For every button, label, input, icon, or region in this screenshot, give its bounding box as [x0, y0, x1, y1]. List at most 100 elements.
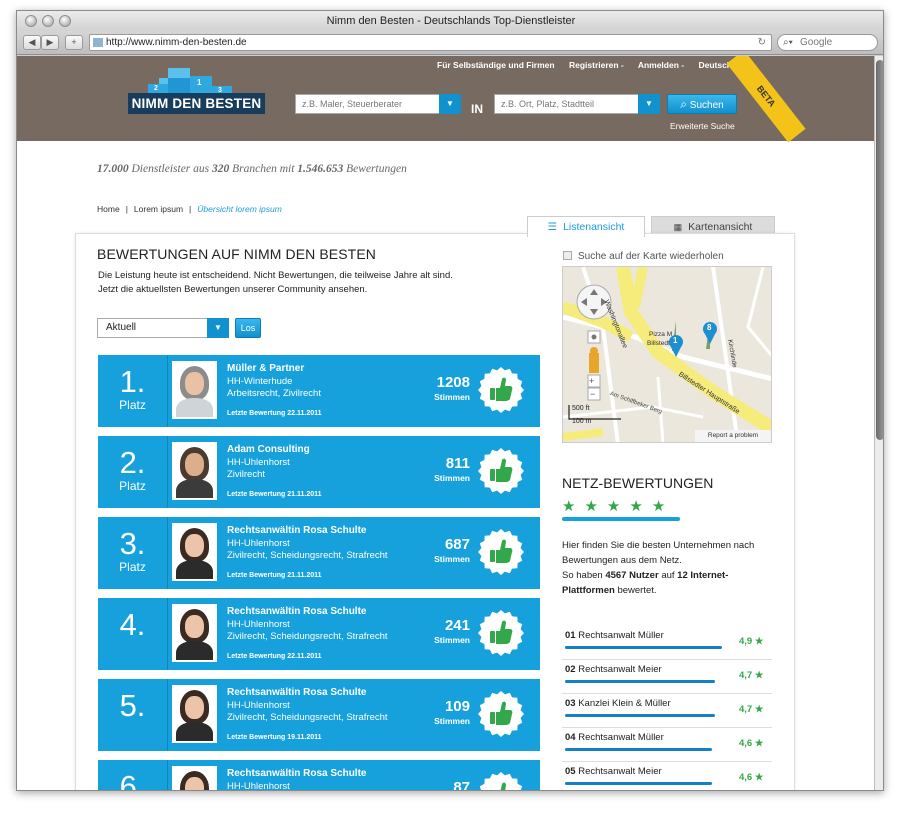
thumbs-up-icon[interactable] — [478, 772, 524, 791]
netz-item-name[interactable]: Kanzlei Klein & Müller — [578, 698, 670, 709]
add-bookmark-button[interactable]: + — [65, 35, 83, 50]
provider-name[interactable]: Rechtsanwältin Rosa Schulte — [227, 606, 366, 617]
star-icon: ★ — [562, 498, 585, 515]
service-search-input[interactable]: z.B. Maler, Steuerberater ▼ — [295, 94, 461, 114]
netz-list-item[interactable]: 04 Rechtsanwalt Müller 4,6 ★ — [562, 728, 772, 762]
netz-item-label: 03 Kanzlei Klein & Müller — [565, 698, 671, 709]
thumbs-up-icon[interactable] — [478, 691, 524, 737]
ranking-row[interactable]: 3. Platz Rechtsanwältin Rosa Schulte HH-Uhl… — [98, 517, 540, 589]
vote-count: 1208 — [436, 374, 470, 391]
thumbs-up-icon[interactable] — [478, 448, 524, 494]
provider-specialty: Zivilrecht, Scheidungsrecht, Strafrecht — [227, 712, 388, 723]
ranking-row[interactable]: 1. Platz Müller & Partner HH-Winterhude Arbe… — [98, 355, 540, 427]
zoom-window-button[interactable] — [59, 15, 71, 27]
location-search-input[interactable]: z.B. Ort, Platz, Stadtteil ▼ — [494, 94, 660, 114]
nav-for-companies[interactable]: Für Selbständige und Firmen — [437, 60, 555, 70]
netz-item-bar — [565, 782, 712, 785]
logo-text[interactable]: NIMM DEN BESTEN — [128, 93, 265, 114]
chevron-down-icon[interactable]: ▼ — [638, 94, 660, 114]
map-repeat-search-checkbox[interactable]: Suche auf der Karte wiederholen — [563, 251, 724, 262]
checkbox-icon[interactable] — [563, 251, 572, 260]
thumbs-up-icon[interactable] — [478, 610, 524, 656]
pan-control-icon[interactable] — [577, 285, 611, 319]
netz-item-name[interactable]: Rechtsanwalt Müller — [578, 732, 664, 743]
street-view-pegman-icon[interactable] — [588, 347, 600, 373]
sort-select[interactable]: Aktuell ▼ — [97, 318, 229, 338]
netz-item-bar — [565, 646, 722, 649]
scrollbar-thumb[interactable] — [876, 60, 883, 440]
podium-number-2: 2 — [154, 85, 158, 92]
close-window-button[interactable] — [25, 15, 37, 27]
minimize-window-button[interactable] — [42, 15, 54, 27]
nav-register[interactable]: Registrieren - — [569, 60, 624, 70]
zoom-out-icon[interactable]: − — [590, 388, 595, 400]
report-problem-link[interactable]: Report a problem — [695, 430, 771, 442]
advanced-search-link[interactable]: Erweiterte Suche — [670, 121, 735, 131]
rank-number: 6. — [119, 769, 146, 791]
netz-list-item[interactable]: 05 Rechtsanwalt Meier 4,6 ★ — [562, 762, 772, 790]
star-icon: ★ — [584, 498, 607, 515]
netz-item-name[interactable]: Rechtsanwalt Meier — [578, 766, 661, 777]
forward-button[interactable]: ▶ — [41, 35, 59, 50]
ranking-row[interactable]: 4. Rechtsanwältin Rosa Schulte HH-Uhlenhor… — [98, 598, 540, 670]
map-marker-number[interactable]: 1 — [673, 336, 677, 345]
vertical-scrollbar[interactable] — [874, 56, 883, 790]
zoom-in-icon[interactable]: + — [589, 375, 594, 387]
ranking-row[interactable]: 6. Rechtsanwältin Rosa Schulte HH-Uhlenhor… — [98, 760, 540, 791]
netz-desc-3: auf — [661, 570, 675, 581]
search-icon: ⌕▾ — [783, 37, 793, 48]
stats-text-1: Dienstleister aus — [131, 163, 210, 175]
ranking-row[interactable]: 2. Platz Adam Consulting HH-Uhlenhorst Zivil… — [98, 436, 540, 508]
provider-name[interactable]: Müller & Partner — [227, 363, 304, 374]
netz-list-item[interactable]: 03 Kanzlei Klein & Müller 4,7 ★ — [562, 694, 772, 728]
netz-item-score: 4,7 ★ — [739, 704, 764, 715]
location-placeholder: z.B. Ort, Platz, Stadtteil — [501, 99, 595, 109]
address-bar[interactable]: http://www.nimm-den-besten.de ↻ — [89, 34, 772, 51]
thumbs-up-icon[interactable] — [478, 367, 524, 413]
provider-name[interactable]: Rechtsanwältin Rosa Schulte — [227, 768, 366, 779]
avatar[interactable] — [172, 442, 217, 500]
podium-number-1: 1 — [197, 78, 202, 87]
vote-count: 687 — [444, 536, 470, 553]
reload-icon[interactable]: ↻ — [758, 35, 766, 50]
netz-item-bar — [565, 714, 715, 717]
netz-desc-4: bewertet. — [617, 585, 657, 596]
netz-list-item[interactable]: 01 Rechtsanwalt Müller 4,9 ★ — [562, 626, 772, 660]
provider-name[interactable]: Rechtsanwältin Rosa Schulte — [227, 525, 366, 536]
provider-name[interactable]: Rechtsanwältin Rosa Schulte — [227, 687, 366, 698]
provider-name[interactable]: Adam Consulting — [227, 444, 310, 455]
avatar[interactable] — [172, 604, 217, 662]
chevron-down-icon[interactable]: ▼ — [439, 94, 461, 114]
avatar[interactable] — [172, 685, 217, 743]
map-checkbox-label: Suche auf der Karte wiederholen — [578, 251, 724, 262]
thumbs-up-icon[interactable] — [478, 529, 524, 575]
map-widget[interactable]: 1 8 Washingtonallee Billstedter Hauptstr… — [562, 266, 772, 443]
netz-item-score: 4,9 ★ — [739, 636, 764, 647]
star-icon: ★ — [629, 498, 652, 515]
web-page: 2 1 3 NIMM DEN BESTEN Für Selbständige u… — [17, 56, 874, 791]
browser-search-field[interactable]: ⌕▾ Google — [777, 34, 878, 51]
avatar[interactable] — [172, 361, 217, 419]
provider-district: HH-Uhlenhorst — [227, 619, 290, 630]
breadcrumb-current[interactable]: Übersicht lorem ipsum — [197, 204, 282, 214]
map-marker-number[interactable]: 8 — [707, 323, 711, 332]
netz-item-score: 4,6 ★ — [739, 738, 764, 749]
tab-list-view[interactable]: ☰ Listenansicht — [527, 216, 645, 237]
nav-login[interactable]: Anmelden - — [638, 60, 684, 70]
rank-number: 1. — [119, 364, 146, 399]
netz-item-number: 01 — [565, 630, 576, 641]
star-icon: ★ — [606, 498, 630, 515]
breadcrumb-home[interactable]: Home — [97, 204, 120, 214]
breadcrumb-lorem[interactable]: Lorem ipsum — [134, 204, 183, 214]
netz-item-name[interactable]: Rechtsanwalt Meier — [578, 664, 661, 675]
netz-item-name[interactable]: Rechtsanwalt Müller — [578, 630, 664, 641]
back-button[interactable]: ◀ — [23, 35, 41, 50]
votes-label: Stimmen — [434, 716, 470, 726]
chevron-down-icon[interactable]: ▼ — [207, 318, 229, 338]
search-button[interactable]: ⌕ Suchen — [667, 94, 737, 114]
apply-sort-button[interactable]: Los — [235, 318, 261, 338]
avatar[interactable] — [172, 766, 217, 790]
netz-list-item[interactable]: 02 Rechtsanwalt Meier 4,7 ★ — [562, 660, 772, 694]
ranking-row[interactable]: 5. Rechtsanwältin Rosa Schulte HH-Uhlenhor… — [98, 679, 540, 751]
avatar[interactable] — [172, 523, 217, 581]
